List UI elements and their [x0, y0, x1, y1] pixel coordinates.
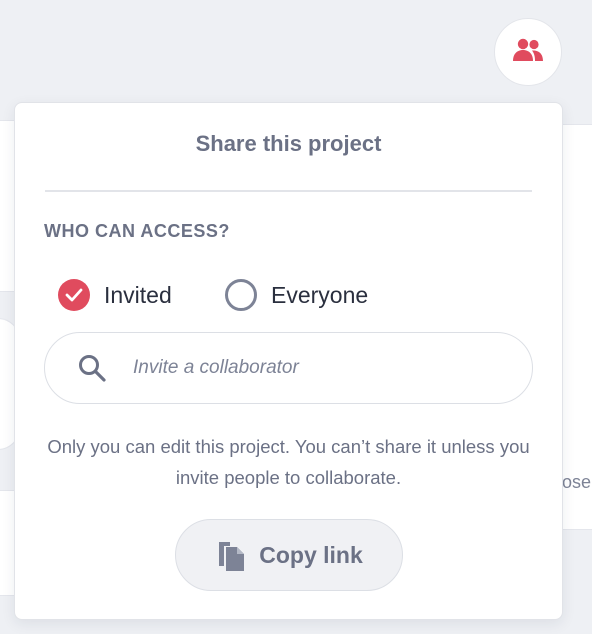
radio-invited-label: Invited — [104, 281, 172, 308]
invite-search-placeholder: Invite a collaborator — [133, 357, 299, 378]
copy-link-button[interactable]: Copy link — [175, 519, 403, 591]
background-partial-text: ose — [562, 472, 592, 492]
access-section-label: WHO CAN ACCESS? — [44, 221, 230, 241]
radio-everyone-label: Everyone — [271, 281, 369, 308]
radio-everyone[interactable]: Everyone — [225, 279, 368, 311]
share-popover: Share this project WHO CAN ACCESS? Invit… — [14, 102, 563, 620]
access-note: Only you can edit this project. You can’… — [47, 436, 530, 488]
copy-icon — [215, 538, 247, 572]
background-card-right — [560, 124, 592, 530]
popover-title: Share this project — [195, 131, 382, 156]
unchecked-radio-icon — [225, 279, 257, 311]
divider — [45, 190, 532, 192]
invite-search-field[interactable]: Invite a collaborator — [44, 332, 533, 404]
search-icon — [77, 353, 107, 383]
checked-radio-icon — [58, 279, 90, 311]
copy-link-label: Copy link — [259, 541, 363, 568]
people-icon — [511, 37, 545, 68]
radio-invited[interactable]: Invited — [58, 279, 172, 311]
share-button[interactable] — [494, 18, 562, 86]
